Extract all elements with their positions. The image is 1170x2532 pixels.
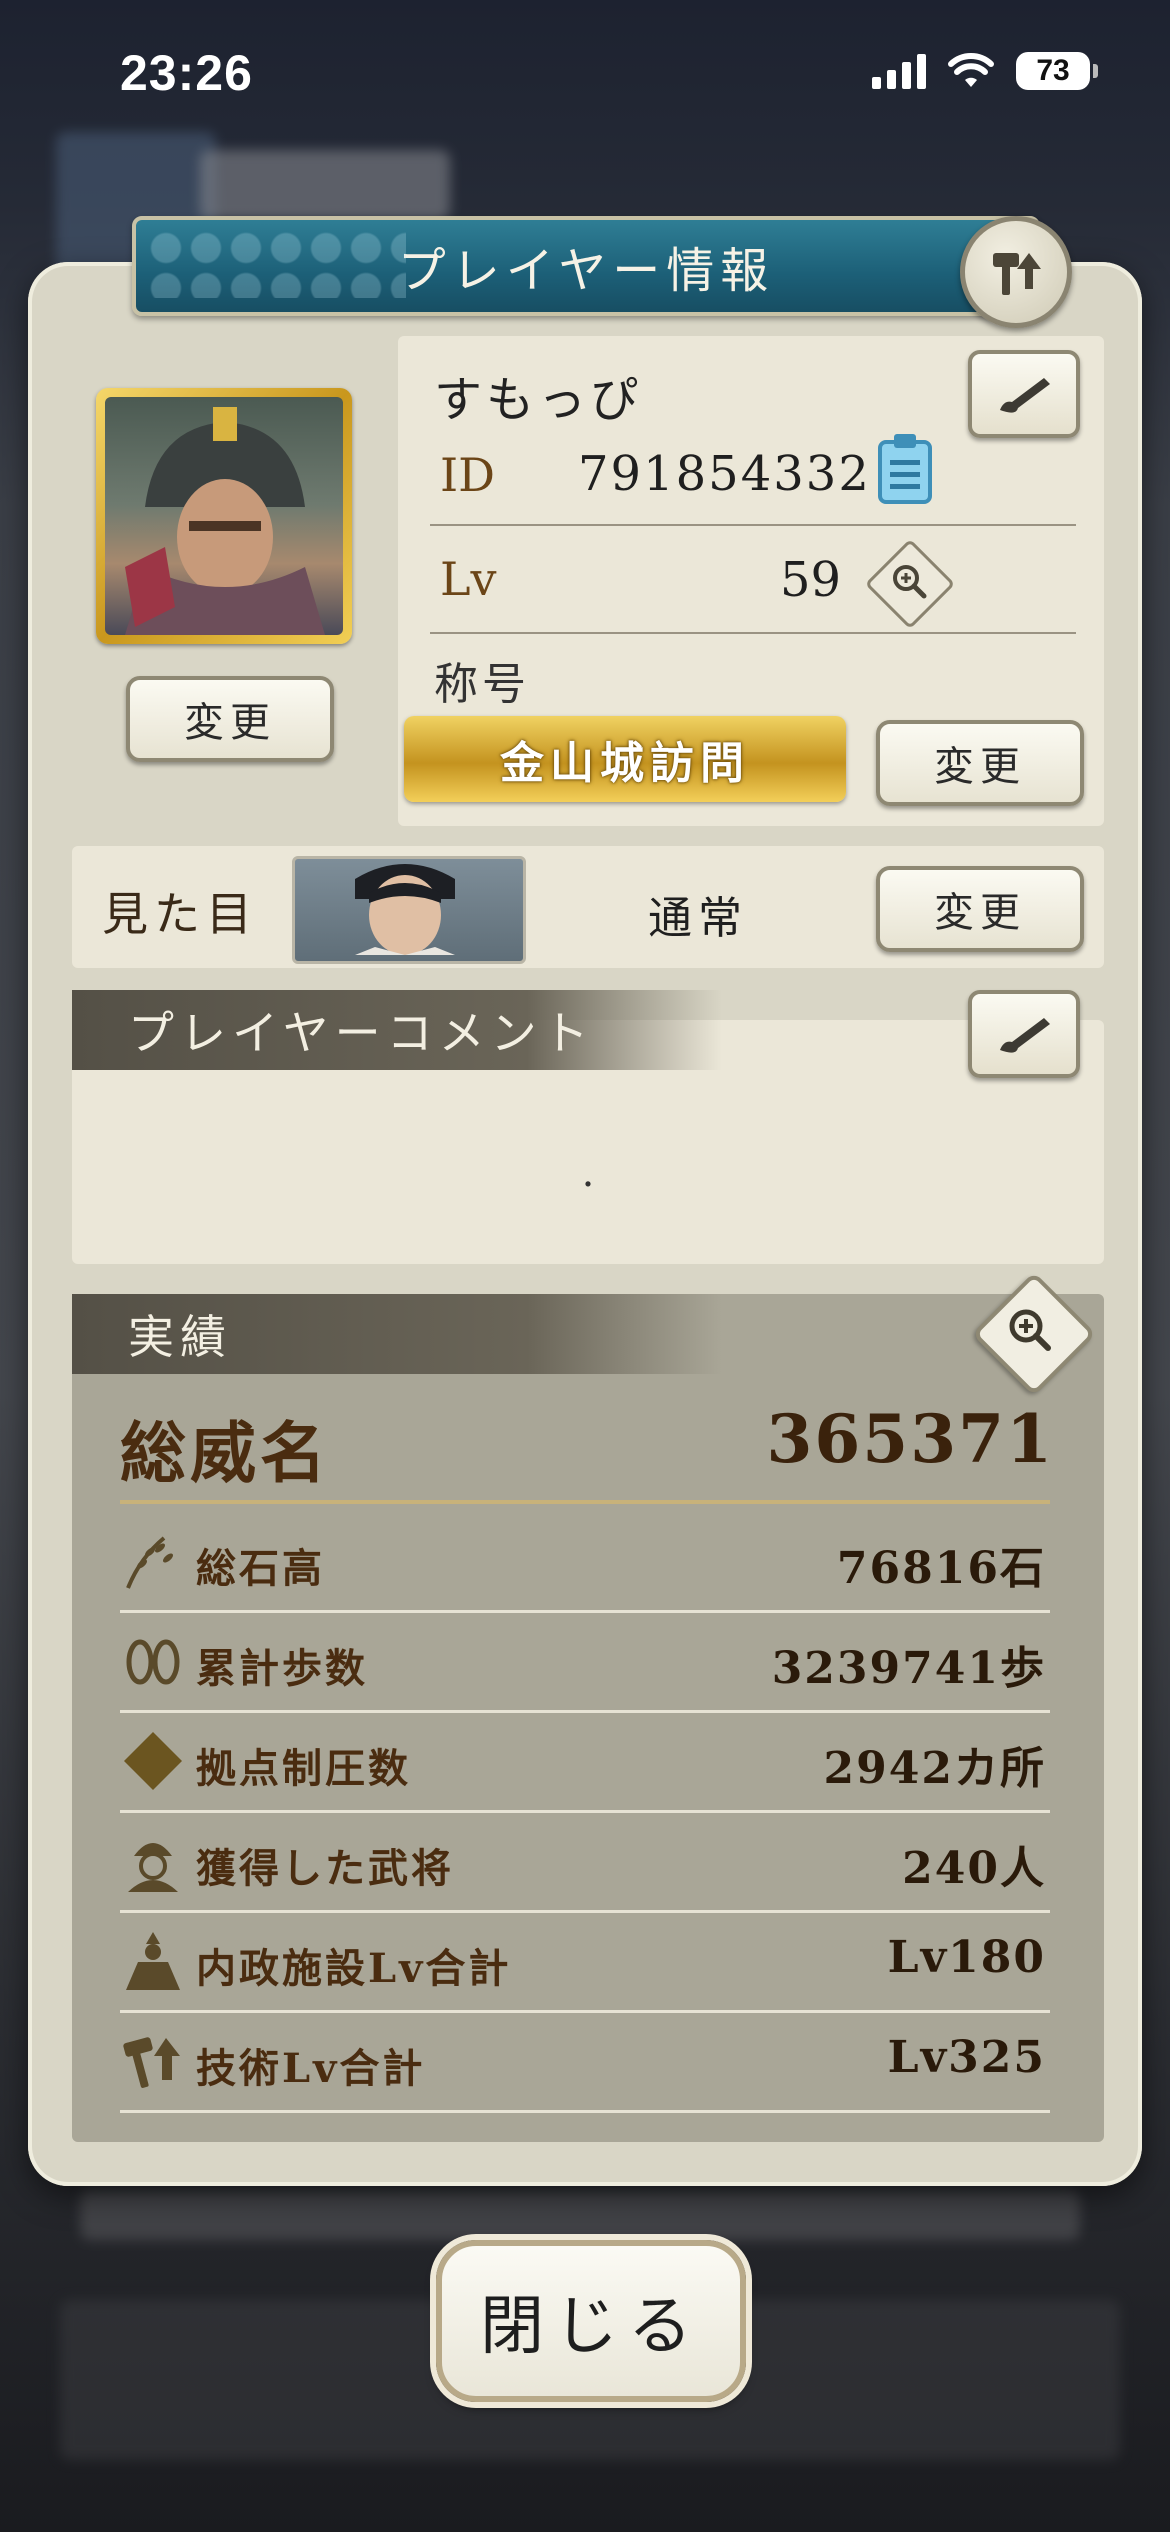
diamond-icon bbox=[124, 1732, 182, 1790]
change-avatar-button[interactable]: 変更 bbox=[126, 676, 334, 762]
hammer-icon bbox=[123, 2037, 180, 2088]
stat-label: 獲得した武将 bbox=[196, 1845, 454, 1892]
title-badge: 金山城訪問 bbox=[404, 716, 846, 802]
change-appearance-button[interactable]: 変更 bbox=[876, 866, 1084, 952]
close-button[interactable]: 閉じる bbox=[436, 2240, 746, 2402]
rice-icon bbox=[126, 1536, 173, 1589]
stat-value: 3239741歩 bbox=[771, 1643, 1046, 1694]
player-avatar bbox=[96, 388, 352, 644]
tech-upgrade-button[interactable] bbox=[960, 216, 1072, 328]
total-fame-label: 総威名 bbox=[120, 1414, 330, 1492]
change-title-button[interactable]: 変更 bbox=[876, 720, 1084, 806]
footprints-icon bbox=[126, 1639, 180, 1685]
id-label: ID bbox=[440, 448, 496, 502]
wifi-icon bbox=[948, 53, 994, 87]
appearance-thumbnail bbox=[292, 856, 526, 964]
stat-label: 総石高 bbox=[196, 1545, 325, 1592]
stat-value: 2942カ所 bbox=[823, 1743, 1046, 1794]
stat-label: 内政施設Lv合計 bbox=[196, 1945, 512, 1992]
stat-value: 76816石 bbox=[836, 1543, 1046, 1594]
status-icons: 73 bbox=[872, 52, 1098, 90]
stat-value: Lv325 bbox=[887, 2032, 1046, 2083]
stat-row: 獲得した武将 240人 bbox=[120, 1810, 1050, 1913]
stat-row: 総石高 76816石 bbox=[120, 1510, 1050, 1613]
stat-value: Lv180 bbox=[887, 1932, 1046, 1983]
stat-row: 内政施設Lv合計 Lv180 bbox=[120, 1910, 1050, 2013]
background-bar bbox=[80, 2190, 1080, 2240]
title-label: 称号 bbox=[434, 659, 530, 710]
samurai-portrait bbox=[105, 397, 343, 635]
cellular-signal-icon bbox=[872, 53, 926, 89]
id-value: 791854332 bbox=[578, 446, 871, 502]
stat-label: 拠点制圧数 bbox=[196, 1745, 411, 1792]
player-name: すもっぴ bbox=[434, 372, 643, 428]
copy-clipboard-icon[interactable] bbox=[876, 432, 934, 506]
brush-icon bbox=[1000, 1018, 1050, 1053]
appearance-value: 通常 bbox=[648, 893, 748, 944]
total-fame-value: 365371 bbox=[766, 1400, 1054, 1478]
divider bbox=[430, 632, 1076, 634]
brush-icon bbox=[1000, 378, 1050, 413]
appearance-label: 見た目 bbox=[102, 887, 258, 941]
stat-row: 技術Lv合計 Lv325 bbox=[120, 2010, 1050, 2113]
magnifier-icon bbox=[1009, 1309, 1051, 1351]
stat-value: 240人 bbox=[902, 1843, 1046, 1894]
warlord-icon bbox=[128, 1843, 178, 1892]
edit-comment-button[interactable] bbox=[968, 990, 1080, 1078]
comment-header: プレイヤーコメント bbox=[72, 990, 722, 1070]
hammer-up-icon bbox=[993, 253, 1041, 295]
magnifier-icon bbox=[893, 565, 927, 599]
divider bbox=[430, 524, 1076, 526]
stat-row: 累計歩数 3239741歩 bbox=[120, 1610, 1050, 1713]
achievements-header: 実績 bbox=[72, 1294, 722, 1374]
stat-label: 累計歩数 bbox=[196, 1645, 368, 1692]
stat-row: 拠点制圧数 2942カ所 bbox=[120, 1710, 1050, 1813]
battery-icon: 73 bbox=[1016, 52, 1098, 90]
stat-label: 技術Lv合計 bbox=[196, 2045, 426, 2092]
level-value: 59 bbox=[780, 552, 842, 608]
comment-text: . bbox=[581, 1150, 595, 1196]
divider bbox=[120, 1500, 1050, 1504]
level-label: Lv bbox=[440, 552, 497, 606]
building-icon bbox=[126, 1932, 180, 1990]
dialog-title: プレイヤー情報 bbox=[132, 216, 1040, 316]
status-time: 23:26 bbox=[120, 45, 253, 101]
edit-name-button[interactable] bbox=[968, 350, 1080, 438]
background-bar bbox=[200, 150, 450, 220]
